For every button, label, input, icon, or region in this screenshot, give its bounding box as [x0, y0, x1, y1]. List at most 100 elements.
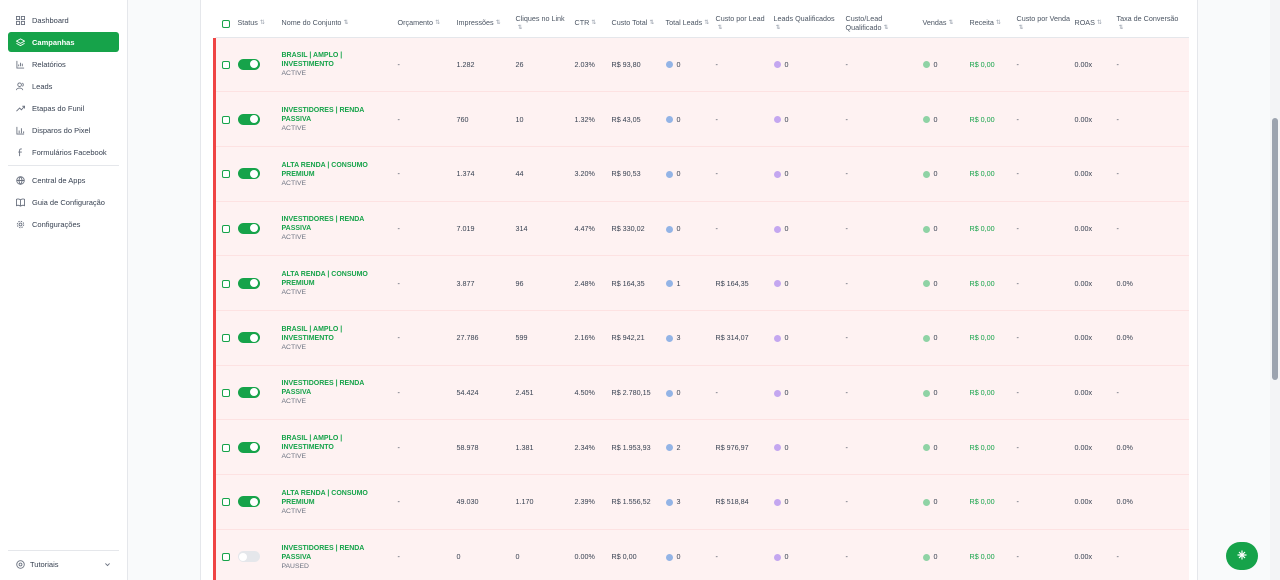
cell-revenue: R$ 0,00	[969, 146, 1017, 202]
status-toggle[interactable]	[237, 168, 260, 180]
row-checkbox[interactable]	[222, 334, 230, 343]
status-toggle[interactable]	[237, 58, 260, 70]
cell-cost: R$ 43,05	[611, 91, 666, 147]
sidebar-item-etapas-funil[interactable]: Etapas do Funil	[8, 98, 119, 118]
header-qleads[interactable]: Leads Qualificados⇅	[773, 10, 846, 38]
status-toggle-cell	[237, 91, 282, 147]
sidebar-item-configuracoes[interactable]: Configurações	[8, 214, 119, 234]
cell-cpl: R$ 164,35	[715, 255, 774, 311]
status-toggle[interactable]	[237, 441, 260, 453]
sales-dot-icon	[922, 334, 930, 342]
adset-name-link[interactable]: BRASIL | AMPLO | INVESTIMENTO	[282, 51, 394, 69]
name-cell: INVESTIDORES | RENDA PASSIVA ACTIVE	[281, 201, 398, 257]
table-row[interactable]: BRASIL | AMPLO | INVESTIMENTO ACTIVE -27.7…	[213, 310, 1189, 366]
users-icon	[16, 81, 25, 91]
status-toggle[interactable]	[237, 222, 260, 234]
sidebar-item-guia-configuracao[interactable]: Guia de Configuração	[8, 192, 119, 212]
sidebar-item-dashboard[interactable]: Dashboard	[8, 10, 119, 30]
table-row[interactable]: INVESTIDORES | RENDA PASSIVA ACTIVE -760 10…	[213, 91, 1189, 147]
header-cps[interactable]: Custo por Venda⇅	[1016, 10, 1075, 38]
sidebar-item-campanhas[interactable]: Campanhas	[8, 32, 119, 52]
cell-cpql: -	[845, 365, 923, 421]
cell-cps: -	[1016, 365, 1075, 421]
row-checkbox[interactable]	[222, 279, 230, 288]
adset-name-link[interactable]: ALTA RENDA | CONSUMO PREMIUM	[282, 270, 394, 288]
row-checkbox[interactable]	[222, 553, 230, 562]
sidebar-item-disparos-pixel[interactable]: Disparos do Pixel	[8, 120, 119, 140]
status-toggle[interactable]	[237, 277, 260, 289]
row-checkbox[interactable]	[222, 389, 230, 398]
status-toggle[interactable]	[237, 496, 260, 508]
page-scrollbar[interactable]	[1270, 0, 1280, 580]
adset-name-link[interactable]: BRASIL | AMPLO | INVESTIMENTO	[282, 434, 394, 452]
adset-name-link[interactable]: INVESTIDORES | RENDA PASSIVA	[282, 544, 394, 562]
sidebar-item-leads[interactable]: Leads	[8, 76, 119, 96]
cell-budget: -	[397, 91, 457, 147]
row-checkbox[interactable]	[222, 224, 230, 233]
adset-status-text: ACTIVE	[281, 507, 307, 515]
cell-conv: 0.0%	[1116, 310, 1189, 366]
header-budget[interactable]: Orçamento ⇅	[397, 10, 457, 38]
row-checkbox[interactable]	[222, 170, 230, 179]
header-sales[interactable]: Vendas ⇅	[922, 10, 970, 38]
status-toggle[interactable]	[237, 551, 260, 563]
header-impressions[interactable]: Impressões ⇅	[456, 10, 516, 38]
row-checkbox[interactable]	[222, 443, 230, 452]
scrollbar-thumb[interactable]	[1272, 118, 1278, 380]
cell-cpql: -	[845, 37, 923, 93]
adset-name-link[interactable]: ALTA RENDA | CONSUMO PREMIUM	[282, 489, 394, 507]
campaigns-table: Status ⇅ Nome do Conjunto ⇅ Orçamento ⇅ Imp…	[213, 10, 1189, 580]
header-revenue[interactable]: Receita ⇅	[969, 10, 1017, 38]
header-cpql[interactable]: Custo/Lead Qualificado ⇅	[845, 10, 923, 38]
header-leads[interactable]: Total Leads ⇅	[665, 10, 716, 38]
name-cell: BRASIL | AMPLO | INVESTIMENTO ACTIVE	[281, 310, 398, 366]
sidebar-item-label: Dashboard	[32, 15, 69, 25]
chevron-down-icon[interactable]	[104, 561, 111, 570]
status-toggle[interactable]	[237, 332, 260, 344]
table-row[interactable]: INVESTIDORES | RENDA PASSIVA ACTIVE -7.019…	[213, 201, 1189, 257]
header-roas[interactable]: ROAS ⇅	[1074, 10, 1117, 38]
qualified-dot-icon	[773, 170, 781, 178]
table-row[interactable]: INVESTIDORES | RENDA PASSIVA PAUSED -0 0 0.0…	[213, 529, 1189, 580]
header-conv[interactable]: Taxa de Conversão⇅	[1116, 10, 1189, 38]
adset-name-link[interactable]: INVESTIDORES | RENDA PASSIVA	[282, 215, 394, 233]
sidebar-item-relatorios[interactable]: Relatórios	[8, 54, 119, 74]
table-row[interactable]: ALTA RENDA | CONSUMO PREMIUM ACTIVE -1.374…	[213, 146, 1189, 202]
sidebar-item-formularios-facebook[interactable]: Formulários Facebook	[8, 142, 119, 162]
row-checkbox[interactable]	[222, 115, 230, 124]
cell-clicks: 2.451	[515, 365, 575, 421]
cell-revenue: R$ 0,00	[969, 419, 1017, 475]
select-all-checkbox[interactable]	[222, 19, 230, 28]
status-toggle[interactable]	[237, 113, 260, 125]
row-checkbox[interactable]	[222, 60, 230, 69]
table-row[interactable]: INVESTIDORES | RENDA PASSIVA ACTIVE -54.42…	[213, 365, 1189, 421]
cell-clicks: 1.381	[515, 419, 575, 475]
table-row[interactable]: BRASIL | AMPLO | INVESTIMENTO ACTIVE -58.9…	[213, 419, 1189, 475]
header-ctr[interactable]: CTR ⇅	[574, 10, 612, 38]
sidebar-item-tutoriais[interactable]: Tutoriais	[8, 550, 119, 578]
name-cell: INVESTIDORES | RENDA PASSIVA ACTIVE	[281, 365, 398, 421]
sidebar-item-label: Central de Apps	[32, 175, 86, 185]
sidebar-item-central-apps[interactable]: Central de Apps	[8, 170, 119, 190]
table-row[interactable]: ALTA RENDA | CONSUMO PREMIUM ACTIVE -3.877…	[213, 255, 1189, 311]
header-cpl[interactable]: Custo por Lead⇅	[715, 10, 774, 38]
row-checkbox[interactable]	[222, 498, 230, 507]
cell-roas: 0.00x	[1074, 91, 1117, 147]
header-status[interactable]: Status ⇅	[237, 10, 282, 38]
toggle-knob	[250, 115, 258, 124]
header-cost[interactable]: Custo Total ⇅	[611, 10, 666, 38]
adset-name-link[interactable]: INVESTIDORES | RENDA PASSIVA	[282, 379, 394, 397]
adset-name-link[interactable]: BRASIL | AMPLO | INVESTIMENTO	[282, 325, 394, 343]
status-toggle[interactable]	[237, 386, 260, 398]
adset-name-link[interactable]: INVESTIDORES | RENDA PASSIVA	[282, 106, 394, 124]
table-row[interactable]: ALTA RENDA | CONSUMO PREMIUM ACTIVE -49.03…	[213, 474, 1189, 530]
table-row[interactable]: BRASIL | AMPLO | INVESTIMENTO ACTIVE -1.28…	[213, 37, 1189, 93]
sort-icon: ⇅	[1018, 24, 1024, 31]
header-name[interactable]: Nome do Conjunto ⇅	[281, 10, 398, 38]
adset-name-link[interactable]: ALTA RENDA | CONSUMO PREMIUM	[282, 161, 394, 179]
cell-cost: R$ 2.780,15	[611, 365, 666, 421]
floating-action-button[interactable]	[1226, 542, 1258, 570]
header-clicks[interactable]: Cliques no Link⇅	[515, 10, 575, 38]
leads-dot-icon	[665, 444, 673, 452]
cell-revenue: R$ 0,00	[969, 37, 1017, 93]
